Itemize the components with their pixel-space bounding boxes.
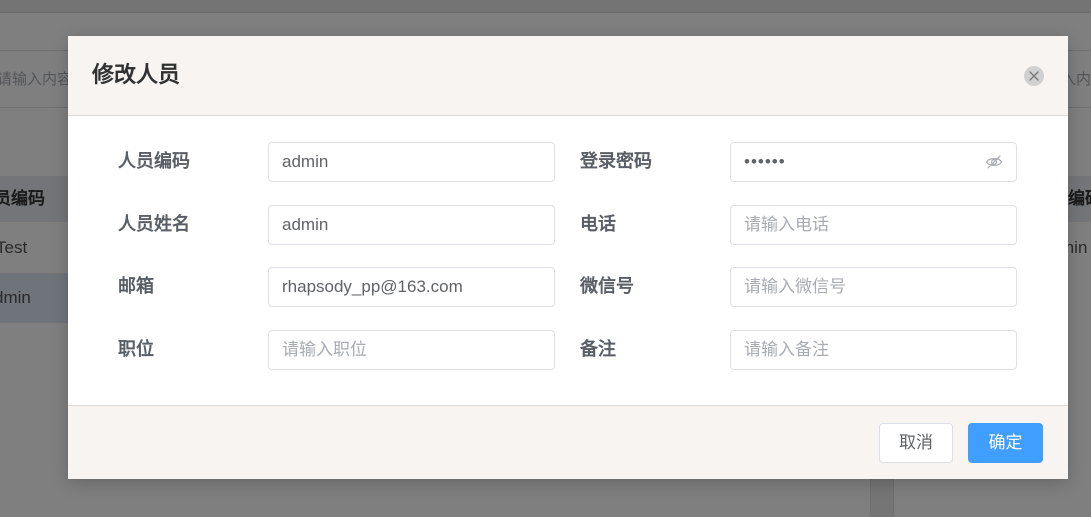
label-person-name: 人员姓名	[118, 214, 190, 234]
person-name-input[interactable]	[268, 205, 555, 245]
close-icon	[1029, 71, 1039, 81]
login-password-input[interactable]	[730, 142, 1017, 182]
wechat-input[interactable]	[730, 267, 1017, 307]
label-wechat: 微信号	[580, 276, 634, 296]
position-input[interactable]	[268, 330, 555, 370]
phone-input[interactable]	[730, 205, 1017, 245]
label-person-code: 人员编码	[118, 151, 190, 171]
label-remark: 备注	[580, 339, 616, 359]
dialog-header: 修改人员	[68, 36, 1068, 116]
confirm-button[interactable]: 确定	[968, 423, 1043, 463]
remark-input[interactable]	[730, 330, 1017, 370]
close-button[interactable]	[1024, 66, 1044, 86]
person-code-input[interactable]	[268, 142, 555, 182]
label-login-password: 登录密码	[580, 151, 652, 171]
email-input[interactable]	[268, 267, 555, 307]
dialog-footer: 取消 确定	[68, 405, 1068, 479]
dialog-body: 人员编码 登录密码 人员姓名 电话 邮箱 微信号 职位 备注	[68, 116, 1068, 405]
label-phone: 电话	[580, 214, 616, 234]
label-email: 邮箱	[118, 276, 154, 296]
password-field-wrapper	[730, 142, 1017, 182]
edit-person-dialog: 修改人员 人员编码 登录密码 人员姓名 电话 邮箱 微信号	[68, 36, 1068, 479]
cancel-button[interactable]: 取消	[879, 423, 953, 463]
label-position: 职位	[118, 339, 154, 359]
eye-off-icon[interactable]	[985, 154, 1003, 170]
dialog-title: 修改人员	[92, 62, 181, 87]
